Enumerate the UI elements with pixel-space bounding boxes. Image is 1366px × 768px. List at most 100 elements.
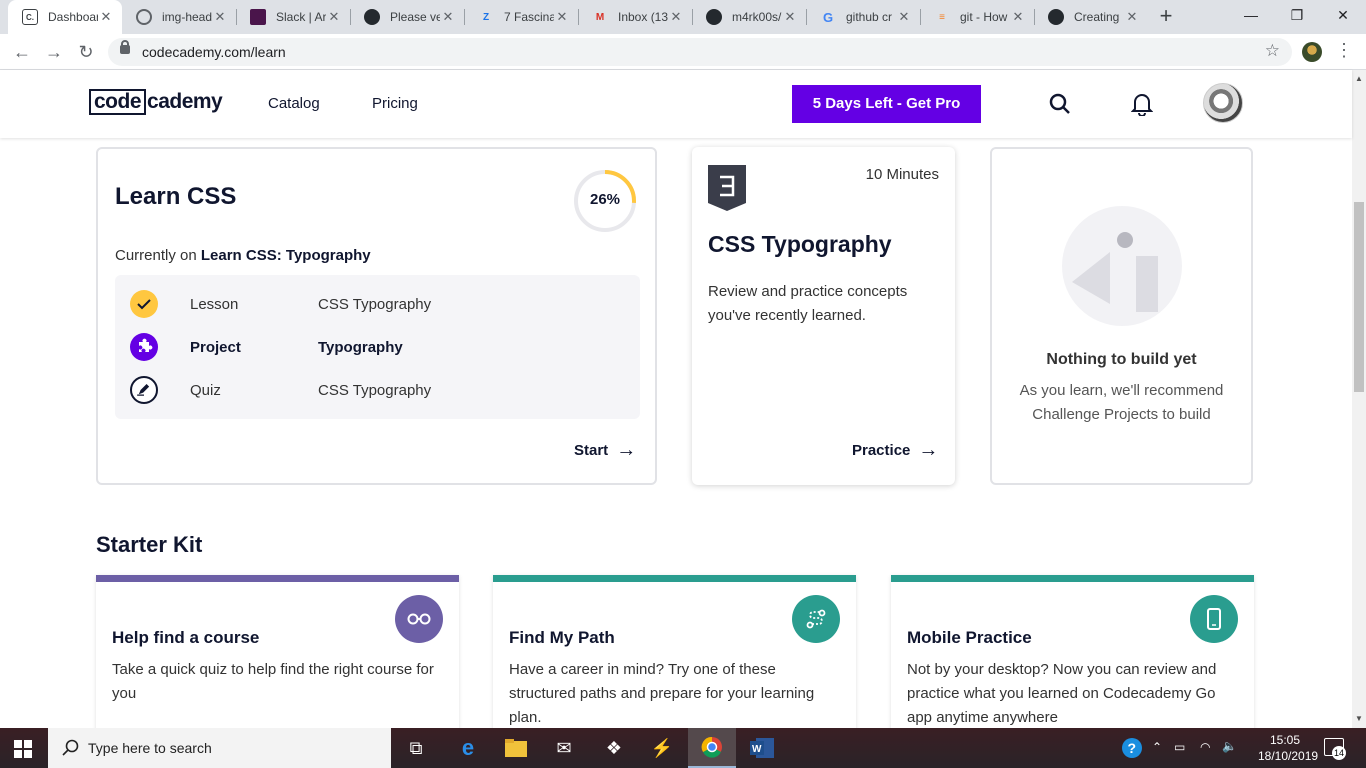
build-title: Nothing to build yet	[1046, 351, 1197, 368]
close-tab-icon[interactable]: ✕	[1124, 9, 1140, 25]
back-button[interactable]: ←	[10, 40, 34, 64]
scroll-up-icon[interactable]: ▲	[1355, 74, 1363, 83]
practice-button[interactable]: Practice →	[852, 440, 938, 460]
chrome-profile-avatar[interactable]	[1302, 42, 1322, 62]
browser-tab[interactable]: ≡ git - How ✕	[920, 0, 1034, 34]
wifi-icon[interactable]: ◠	[1200, 740, 1210, 754]
get-pro-button[interactable]: 5 Days Left - Get Pro	[792, 85, 981, 123]
forward-button[interactable]: →	[42, 40, 66, 64]
page-scrollbar[interactable]: ▲ ▼	[1352, 70, 1366, 728]
word-icon[interactable]: W	[738, 728, 786, 768]
search-icon[interactable]	[1049, 93, 1071, 115]
action-center-icon[interactable]: 14	[1324, 738, 1346, 760]
start-button[interactable]: Start →	[574, 439, 637, 461]
taskbar-search-box[interactable]: Type here to search	[48, 728, 391, 768]
site-header: code cademy Catalog Pricing 5 Days Left -…	[0, 70, 1352, 138]
scrollbar-thumb[interactable]	[1354, 202, 1364, 392]
card-accent-bar	[493, 575, 856, 582]
file-explorer-icon[interactable]	[492, 728, 540, 768]
battery-icon[interactable]: ▭	[1174, 740, 1185, 754]
glasses-icon	[395, 595, 443, 643]
browser-tab[interactable]: Slack | Ar ✕	[236, 0, 350, 34]
path-icon	[792, 595, 840, 643]
kit-card-description: Take a quick quiz to help find the right…	[112, 661, 434, 702]
course-title: Learn CSS	[115, 183, 237, 210]
codecademy-logo[interactable]: code cademy	[89, 88, 223, 116]
help-icon[interactable]: ?	[1110, 728, 1154, 768]
browser-tab[interactable]: G github cr ✕	[806, 0, 920, 34]
reload-button[interactable]: ↻	[74, 40, 98, 64]
kit-card-mobile-practice[interactable]: Mobile Practice Not by your desktop? Now…	[891, 575, 1254, 735]
new-tab-button[interactable]: +	[1154, 5, 1178, 29]
browser-tab[interactable]: m4rk00s/ ✕	[692, 0, 806, 34]
github-icon	[364, 9, 380, 25]
browser-tab[interactable]: C. Dashboar ✕	[8, 0, 122, 34]
windows-start-icon[interactable]	[14, 740, 32, 758]
close-tab-icon[interactable]: ✕	[782, 9, 798, 25]
restore-button[interactable]: ❐	[1274, 0, 1320, 30]
kit-card-title: Mobile Practice	[907, 628, 1032, 647]
practice-duration: 10 Minutes	[865, 166, 939, 183]
close-tab-icon[interactable]: ✕	[326, 9, 342, 25]
edge-icon[interactable]: e	[444, 728, 492, 768]
browser-tab-strip: C. Dashboar ✕ img-head ✕ Slack | Ar ✕ Pl…	[0, 0, 1366, 34]
card-accent-bar	[891, 575, 1254, 582]
url-text: codecademy.com/learn	[142, 44, 286, 60]
card-accent-bar	[96, 575, 459, 582]
arrow-right-icon: →	[616, 439, 637, 461]
close-tab-icon[interactable]: ✕	[1010, 9, 1026, 25]
browser-tab[interactable]: Z 7 Fascina ✕	[464, 0, 578, 34]
projects-card: Nothing to build yet As you learn, we'll…	[990, 147, 1253, 485]
bell-icon[interactable]	[1131, 92, 1153, 116]
browser-toolbar: ← → ↻ codecademy.com/learn ☆ ⋮	[0, 34, 1366, 70]
nav-catalog[interactable]: Catalog	[268, 95, 320, 112]
puzzle-icon	[130, 333, 158, 361]
step-lesson[interactable]: Lesson CSS Typography	[115, 282, 640, 325]
globe-icon	[136, 9, 152, 25]
volume-icon[interactable]: 🔈	[1222, 739, 1237, 753]
kit-card-find-path[interactable]: Find My Path Have a career in mind? Try …	[493, 575, 856, 735]
current-course-card: Learn CSS 26% Currently on Learn CSS: Ty…	[96, 147, 657, 485]
pencil-icon	[130, 376, 158, 404]
kit-card-find-course[interactable]: Help find a course Take a quick quiz to …	[96, 575, 459, 735]
close-tab-icon[interactable]: ✕	[554, 9, 570, 25]
practice-title: CSS Typography	[708, 231, 892, 257]
css3-icon	[708, 165, 746, 211]
browser-tab[interactable]: Please ve ✕	[350, 0, 464, 34]
chrome-icon[interactable]	[688, 728, 736, 768]
bookmark-star-icon[interactable]: ☆	[1265, 41, 1280, 61]
zapier-icon: Z	[482, 11, 490, 23]
taskbar-clock[interactable]: 15:05 18/10/2019	[1258, 732, 1318, 764]
chrome-menu-icon[interactable]: ⋮	[1335, 40, 1353, 61]
build-description: As you learn, we'll recommend Challenge …	[1019, 382, 1224, 423]
github-icon	[706, 9, 722, 25]
lock-icon	[120, 40, 130, 54]
mail-icon[interactable]: ✉	[540, 728, 588, 768]
show-hidden-icons[interactable]: ⌃	[1152, 740, 1162, 754]
browser-tab[interactable]: img-head ✕	[122, 0, 236, 34]
step-quiz[interactable]: Quiz CSS Typography	[115, 368, 640, 411]
pinned-app-icon[interactable]: ⚡	[638, 728, 686, 768]
close-tab-icon[interactable]: ✕	[98, 9, 114, 25]
nav-pricing[interactable]: Pricing	[372, 95, 418, 112]
browser-tab[interactable]: Creating ✕	[1034, 0, 1148, 34]
close-tab-icon[interactable]: ✕	[212, 9, 228, 25]
step-project[interactable]: Project Typography	[115, 325, 640, 368]
browser-tab[interactable]: M Inbox (13 ✕	[578, 0, 692, 34]
currently-on-text: Currently on Learn CSS: Typography	[115, 247, 371, 264]
close-tab-icon[interactable]: ✕	[668, 9, 684, 25]
close-tab-icon[interactable]: ✕	[440, 9, 456, 25]
address-bar[interactable]: codecademy.com/learn ☆	[108, 38, 1292, 66]
user-avatar[interactable]	[1203, 83, 1243, 123]
task-view-icon[interactable]: ⧉	[392, 728, 440, 768]
svg-text:?: ?	[1128, 740, 1137, 756]
starter-kit-heading: Starter Kit	[96, 532, 203, 557]
scroll-down-icon[interactable]: ▼	[1355, 714, 1363, 723]
google-icon: G	[822, 9, 834, 25]
close-window-button[interactable]: ✕	[1320, 0, 1366, 30]
close-tab-icon[interactable]: ✕	[896, 9, 912, 25]
gmail-icon: M	[595, 11, 605, 23]
slack-icon	[250, 9, 266, 25]
minimize-button[interactable]: —	[1228, 0, 1274, 30]
dropbox-icon[interactable]: ❖	[590, 728, 638, 768]
